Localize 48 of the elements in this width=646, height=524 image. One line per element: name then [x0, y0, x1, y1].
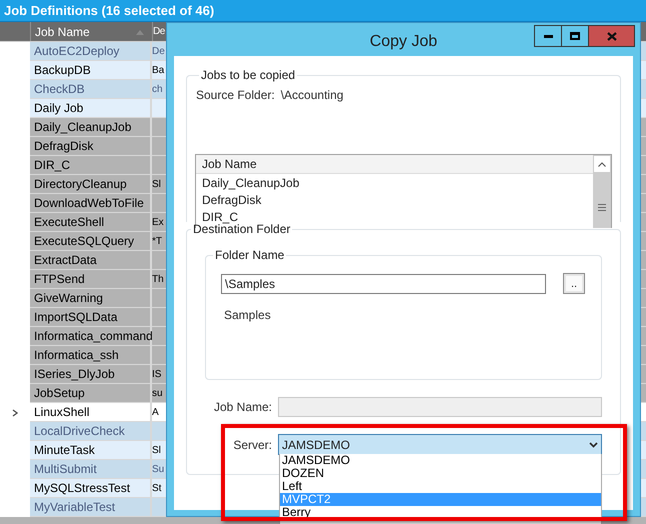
- dropdown-option[interactable]: JAMSDEMO: [280, 454, 601, 467]
- window-title: Copy Job: [370, 33, 438, 50]
- column-header[interactable]: Job Name: [30, 22, 152, 41]
- row-header: [0, 498, 30, 517]
- column-header[interactable]: Job Name: [196, 155, 593, 174]
- table-cell-text: Ba: [152, 64, 166, 78]
- current-row-icon: [12, 408, 18, 416]
- table-cell-text: Su: [152, 462, 166, 476]
- table-cell-text: su: [152, 386, 164, 400]
- panel-title: Job Definitions (16 selected of 46): [4, 2, 214, 20]
- table-cell-text: Sl: [152, 178, 162, 192]
- table-cell-text: De: [152, 44, 166, 58]
- dropdown-option[interactable]: Left: [280, 480, 601, 493]
- folder-name: Samples: [224, 307, 272, 324]
- group-title: Destination Folder: [192, 222, 292, 236]
- scroll-thumb[interactable]: [593, 173, 611, 228]
- group-title: Folder Name: [214, 248, 286, 262]
- browse-button[interactable]: ..: [563, 273, 585, 294]
- scroll-up-button[interactable]: [593, 155, 611, 173]
- source-folder-label: Source Folder:: [196, 87, 275, 104]
- table-cell-text: ch: [152, 82, 164, 96]
- job-name-label: Job Name:: [212, 399, 273, 416]
- table-cell-text: *T: [152, 234, 163, 248]
- dropdown-option[interactable]: DOZEN: [280, 467, 601, 480]
- minimize-button[interactable]: [534, 25, 562, 47]
- list-item[interactable]: DIR_C: [196, 208, 593, 225]
- server-dropdown[interactable]: JAMSDEMO: [278, 434, 602, 455]
- table-cell-text: IS: [152, 368, 162, 382]
- chevron-down-icon: [589, 442, 598, 448]
- table-cell-text: Th: [152, 272, 165, 286]
- job-name-field[interactable]: [278, 397, 602, 417]
- caret-icon: [598, 162, 606, 166]
- sort-icon: [136, 30, 144, 35]
- table-cell-text: Ex: [152, 216, 165, 230]
- source-folder-value: \Accounting: [280, 87, 344, 104]
- server-label: Server:: [232, 436, 273, 454]
- close-icon: [606, 32, 616, 40]
- list-item[interactable]: DefragDisk: [196, 191, 593, 208]
- table-cell-text: St: [152, 482, 162, 496]
- folder-field[interactable]: \Samples: [221, 274, 546, 294]
- close-button[interactable]: [589, 25, 635, 47]
- group-title: Jobs to be copied: [200, 68, 296, 82]
- table-cell-text: Sl: [152, 444, 162, 458]
- grip-icon: [598, 204, 606, 211]
- table-cell-text: A: [152, 406, 160, 420]
- list-item[interactable]: Daily_CleanupJob: [196, 174, 593, 191]
- table-cell: MyVariableTest: [30, 498, 152, 516]
- row-header: [0, 42, 30, 61]
